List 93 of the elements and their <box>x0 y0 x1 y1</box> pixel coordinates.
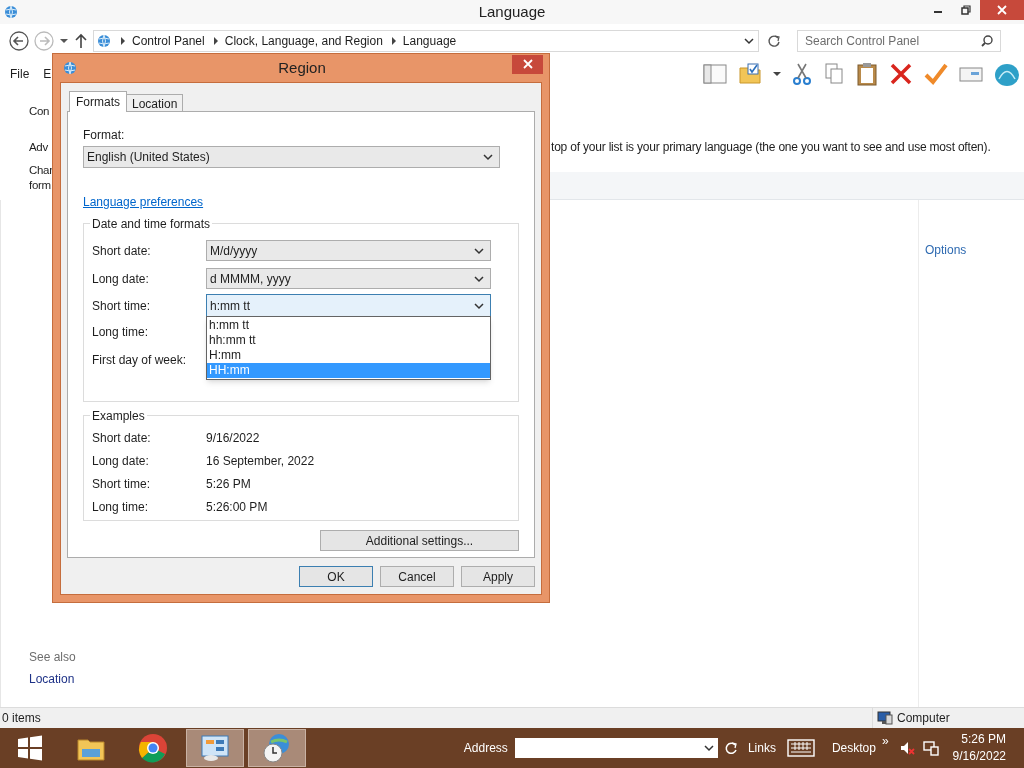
language-preferences-link[interactable]: Language preferences <box>83 195 204 209</box>
status-text: 0 items <box>1 710 41 727</box>
example-value: 5:26 PM <box>206 475 251 493</box>
combo-box[interactable]: M/d/yyyy <box>206 240 491 261</box>
caret-icon <box>483 152 493 162</box>
nav-link-text[interactable]: form <box>29 177 51 192</box>
clock-date: 9/16/2022 <box>952 748 1006 765</box>
zone-text: Computer <box>897 710 950 727</box>
chrome-icon <box>137 732 169 764</box>
options-link[interactable]: Options <box>925 243 967 257</box>
globe-icon <box>3 4 19 20</box>
address-field[interactable]: Control Panel Clock, Language, and Region Language <box>93 30 759 52</box>
additional-settings-button[interactable]: Additional settings... <box>320 530 519 551</box>
tab[interactable]: Location <box>126 94 184 111</box>
field-label: First day of week: <box>92 352 188 369</box>
see-also-link[interactable]: Location <box>29 670 345 685</box>
breadcrumb-item[interactable]: Clock, Language, and Region <box>224 32 383 50</box>
close-button[interactable] <box>512 54 543 74</box>
field-label: Short time: <box>92 297 152 315</box>
example-value: 16 September, 2022 <box>206 452 315 470</box>
caret-icon <box>474 300 484 311</box>
delete-icon[interactable] <box>889 62 913 86</box>
dropdown-option[interactable]: h:mm tt <box>207 318 490 333</box>
example-value: 9/16/2022 <box>206 429 260 447</box>
taskbar-app-button[interactable] <box>186 729 244 767</box>
description-text: top of your list is your primary language (the one you want to see and use most often). <box>551 139 991 156</box>
checkmark-icon[interactable] <box>924 62 948 86</box>
up-arrow-icon[interactable] <box>74 33 88 49</box>
clock-time: 5:26 PM <box>961 731 1006 748</box>
computer-icon <box>877 711 893 725</box>
desktop-toolbar-label[interactable]: Desktop <box>831 739 876 757</box>
windows-logo-icon <box>17 735 43 761</box>
combo-value: d MMMM, yyyy <box>210 270 291 288</box>
example-value: 5:26:00 PM <box>206 498 268 516</box>
taskbar-address-field[interactable] <box>514 738 718 758</box>
caret-icon[interactable] <box>703 743 714 753</box>
scissors-icon[interactable] <box>792 62 812 86</box>
folder-checkmark-icon[interactable] <box>738 62 762 86</box>
taskbar-app-button[interactable] <box>248 729 306 767</box>
window-title: Language <box>477 1 547 22</box>
caret-icon <box>474 273 484 284</box>
dialog-button[interactable]: Cancel <box>380 566 454 587</box>
combo-box[interactable]: English (United States) <box>83 146 500 168</box>
address-label: Address <box>463 740 508 757</box>
dialog-title: Region <box>277 57 327 78</box>
dialog-button[interactable]: Apply <box>461 566 535 587</box>
toolbar-chevron[interactable]: » <box>881 732 889 750</box>
control-panel-icon <box>199 732 231 764</box>
combo-box[interactable]: h:mm tt <box>206 294 491 317</box>
recent-pages-caret-icon[interactable] <box>59 36 69 46</box>
breadcrumb-item[interactable]: Language <box>402 32 457 50</box>
chevron-icon <box>120 37 126 45</box>
nav-link[interactable]: Con <box>29 103 50 118</box>
field-label: Long time: <box>92 324 150 341</box>
restore-icon <box>961 5 971 15</box>
combo-value: English (United States) <box>87 149 210 166</box>
example-label: Short date: <box>92 429 152 447</box>
tab[interactable]: Formats <box>69 91 127 112</box>
example-label: Long time: <box>92 498 150 516</box>
field-label: Short date: <box>92 242 152 260</box>
keyboard-icon[interactable] <box>786 739 815 757</box>
network-icon[interactable] <box>922 740 939 756</box>
muted-speaker-icon[interactable] <box>898 740 915 756</box>
breadcrumb-item[interactable]: Control Panel <box>132 32 205 50</box>
caret-icon <box>474 245 484 256</box>
field-label: Format: <box>83 127 126 141</box>
example-label: Short time: <box>92 475 152 493</box>
chevron-icon <box>390 37 397 45</box>
field-label: Long date: <box>92 270 150 288</box>
combo-box[interactable]: d MMMM, yyyy <box>206 268 491 289</box>
combo-value: M/d/yyyy <box>210 242 258 260</box>
dropdown-option[interactable]: hh:mm tt <box>207 333 490 348</box>
chevron-icon <box>212 37 219 45</box>
combo-value: h:mm tt <box>210 297 250 315</box>
dialog-button[interactable]: OK <box>299 566 373 587</box>
back-button[interactable] <box>9 31 29 51</box>
section-heading: See also <box>29 649 77 663</box>
links-toolbar-label[interactable]: Links <box>747 739 776 757</box>
clock[interactable]: 5:26 PM 9/16/2022 <box>952 731 1006 765</box>
caret-icon[interactable] <box>744 36 754 46</box>
dropdown-option[interactable]: H:mm <box>207 348 490 363</box>
nav-link-text[interactable]: Char <box>29 162 53 177</box>
close-icon <box>522 59 533 69</box>
search-field[interactable]: Search Control Panel <box>797 30 1001 52</box>
close-button[interactable] <box>980 0 1024 20</box>
search-icon <box>981 35 993 47</box>
nav-link[interactable]: Adv <box>29 139 48 154</box>
example-label: Long date: <box>92 452 150 470</box>
clipboard-icon[interactable] <box>856 62 878 86</box>
globe-icon <box>62 60 78 76</box>
menu-item[interactable]: E <box>43 65 52 83</box>
close-icon <box>997 5 1007 15</box>
menu-item[interactable]: File <box>10 65 30 83</box>
